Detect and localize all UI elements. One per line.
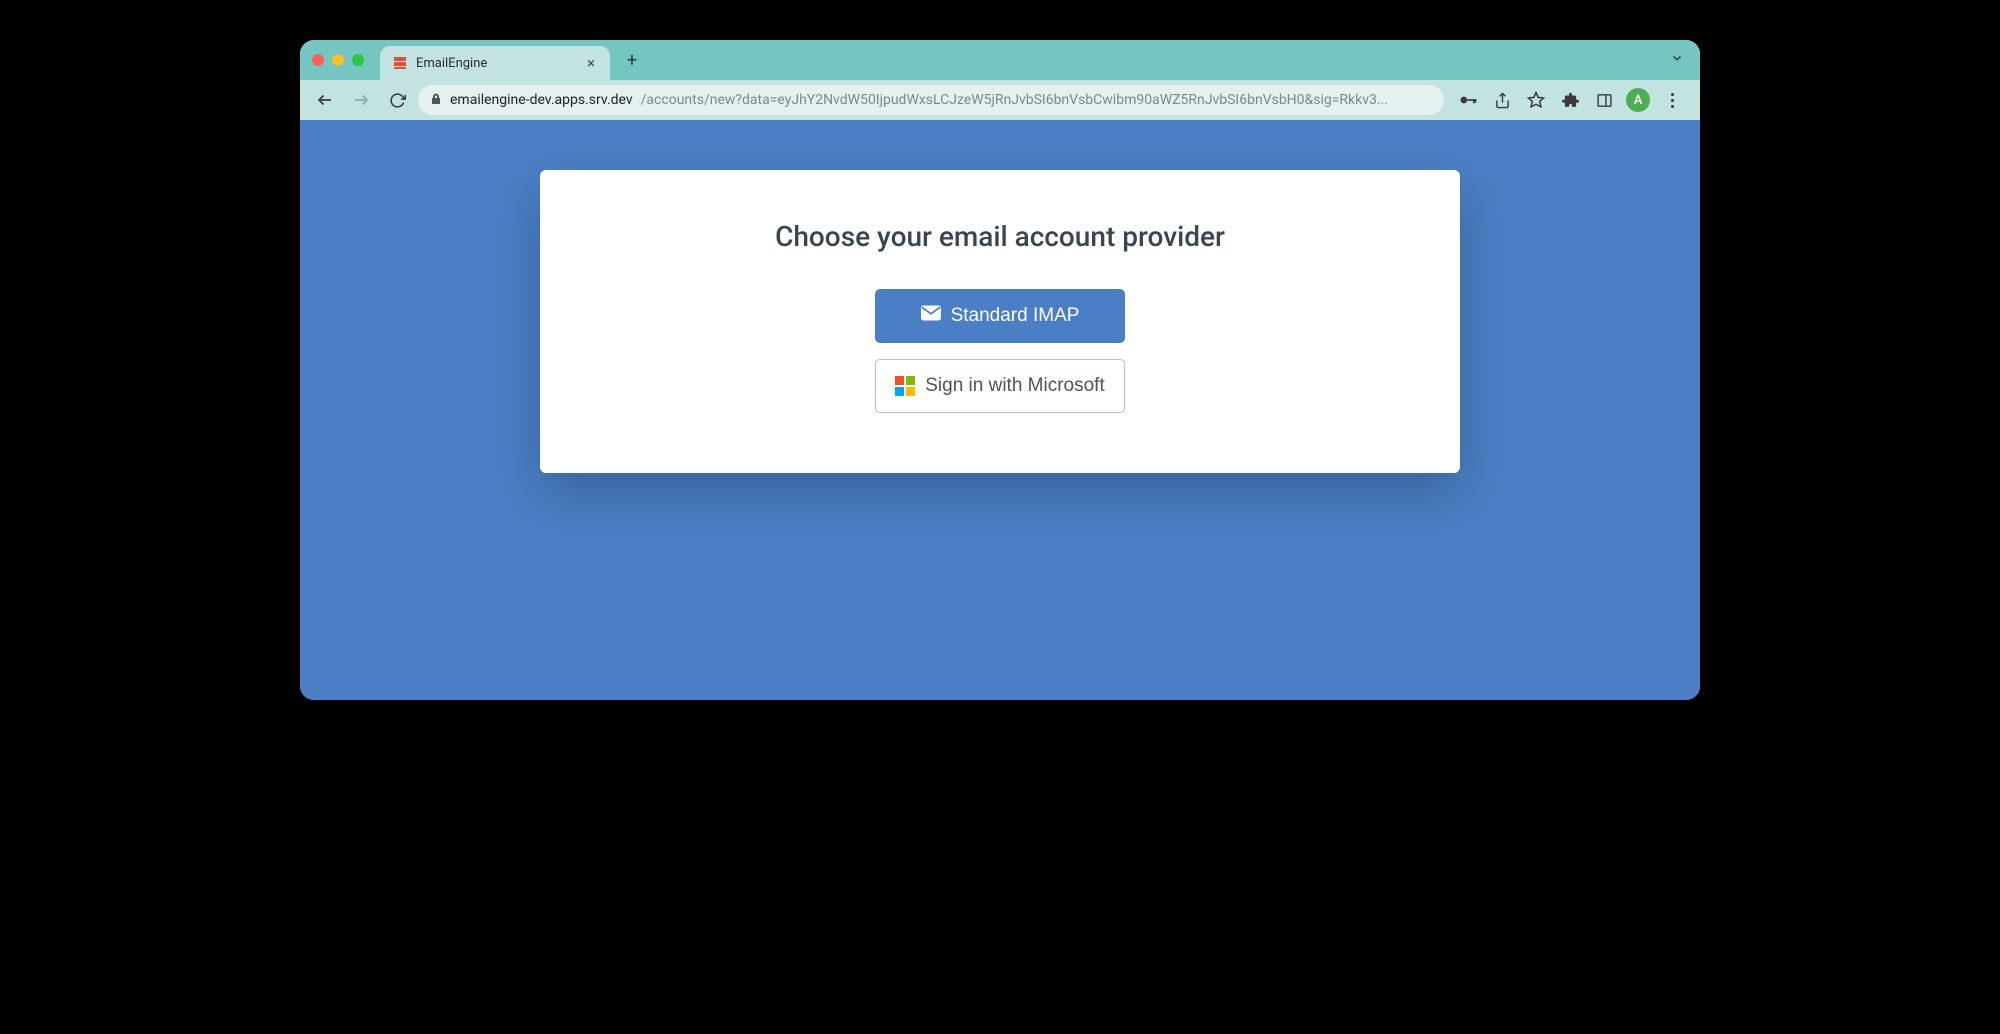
tab-strip: EmailEngine × +: [300, 40, 1700, 80]
new-tab-button[interactable]: +: [618, 46, 646, 74]
browser-menu-button[interactable]: [1660, 88, 1684, 112]
forward-button[interactable]: [346, 85, 376, 115]
microsoft-button-label: Sign in with Microsoft: [925, 375, 1105, 397]
tab-title: EmailEngine: [416, 56, 574, 71]
window-close-button[interactable]: [312, 54, 324, 66]
page-heading: Choose your email account provider: [580, 220, 1420, 253]
avatar-initial: A: [1634, 93, 1643, 108]
tab-close-button[interactable]: ×: [582, 54, 600, 72]
bookmark-star-icon[interactable]: [1524, 88, 1548, 112]
standard-imap-button[interactable]: Standard IMAP: [875, 289, 1125, 343]
reload-button[interactable]: [382, 85, 412, 115]
browser-toolbar: emailengine-dev.apps.srv.dev/accounts/ne…: [300, 80, 1700, 120]
profile-avatar[interactable]: A: [1626, 88, 1650, 112]
provider-card: Choose your email account provider Stand…: [540, 170, 1460, 473]
window-maximize-button[interactable]: [352, 54, 364, 66]
sidepanel-icon[interactable]: [1592, 88, 1616, 112]
address-bar[interactable]: emailengine-dev.apps.srv.dev/accounts/ne…: [418, 85, 1444, 115]
url-path: /accounts/new?data=eyJhY2NvdW50IjpudWxsL…: [641, 92, 1388, 108]
share-icon[interactable]: [1490, 88, 1514, 112]
extensions-icon[interactable]: [1558, 88, 1582, 112]
back-button[interactable]: [310, 85, 340, 115]
window-minimize-button[interactable]: [332, 54, 344, 66]
tab-favicon-icon: [392, 55, 408, 71]
page-viewport: Choose your email account provider Stand…: [300, 120, 1700, 700]
tabs-menu-button[interactable]: [1670, 51, 1684, 69]
microsoft-logo-icon: [895, 376, 915, 396]
browser-window: EmailEngine × + emailengine-dev.apps.srv…: [300, 40, 1700, 700]
toolbar-right: A: [1450, 88, 1690, 112]
window-controls: [312, 54, 364, 66]
sign-in-microsoft-button[interactable]: Sign in with Microsoft: [875, 359, 1125, 413]
password-key-icon[interactable]: [1456, 88, 1480, 112]
provider-button-group: Standard IMAP Sign in with Microsoft: [580, 289, 1420, 413]
imap-button-label: Standard IMAP: [951, 305, 1080, 327]
lock-icon: [430, 92, 442, 109]
envelope-icon: [921, 305, 941, 327]
browser-tab[interactable]: EmailEngine ×: [380, 46, 610, 80]
url-host: emailengine-dev.apps.srv.dev: [450, 92, 633, 108]
